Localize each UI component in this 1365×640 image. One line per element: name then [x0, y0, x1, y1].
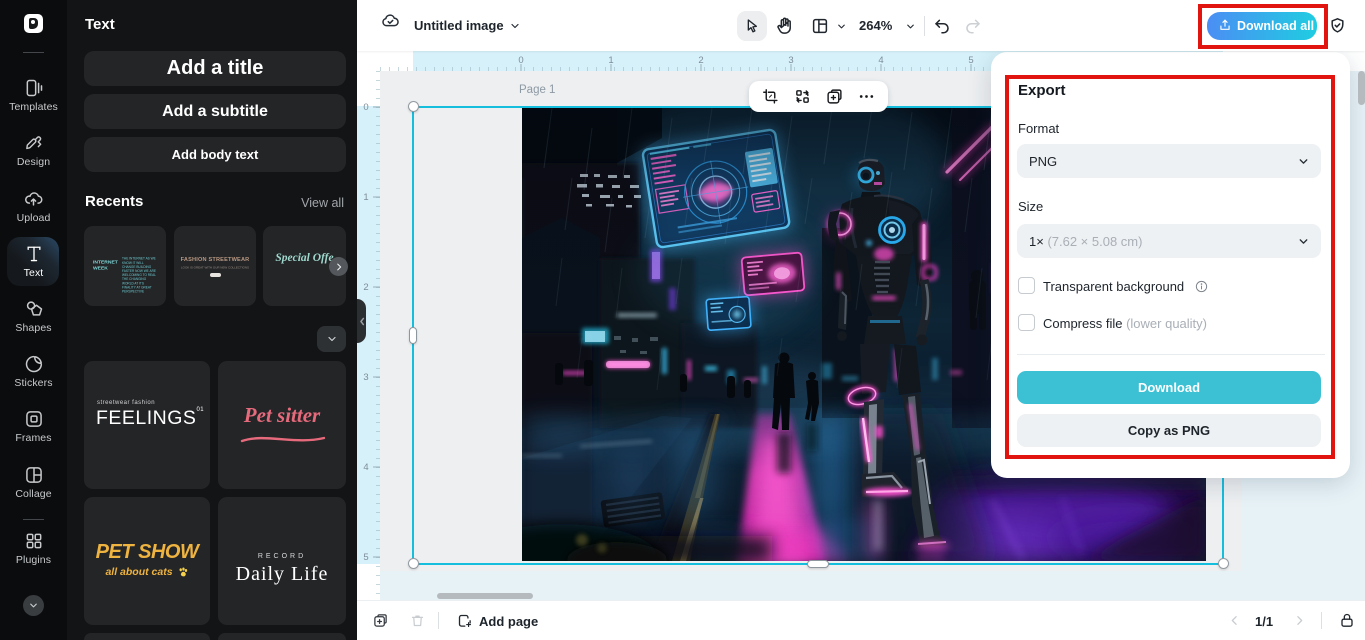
svg-text:5: 5	[363, 552, 368, 563]
svg-text:0: 0	[363, 102, 368, 113]
svg-text:1: 1	[363, 192, 368, 203]
svg-text:4: 4	[363, 462, 368, 473]
svg-text:2: 2	[363, 282, 368, 293]
svg-text:3: 3	[363, 372, 368, 383]
